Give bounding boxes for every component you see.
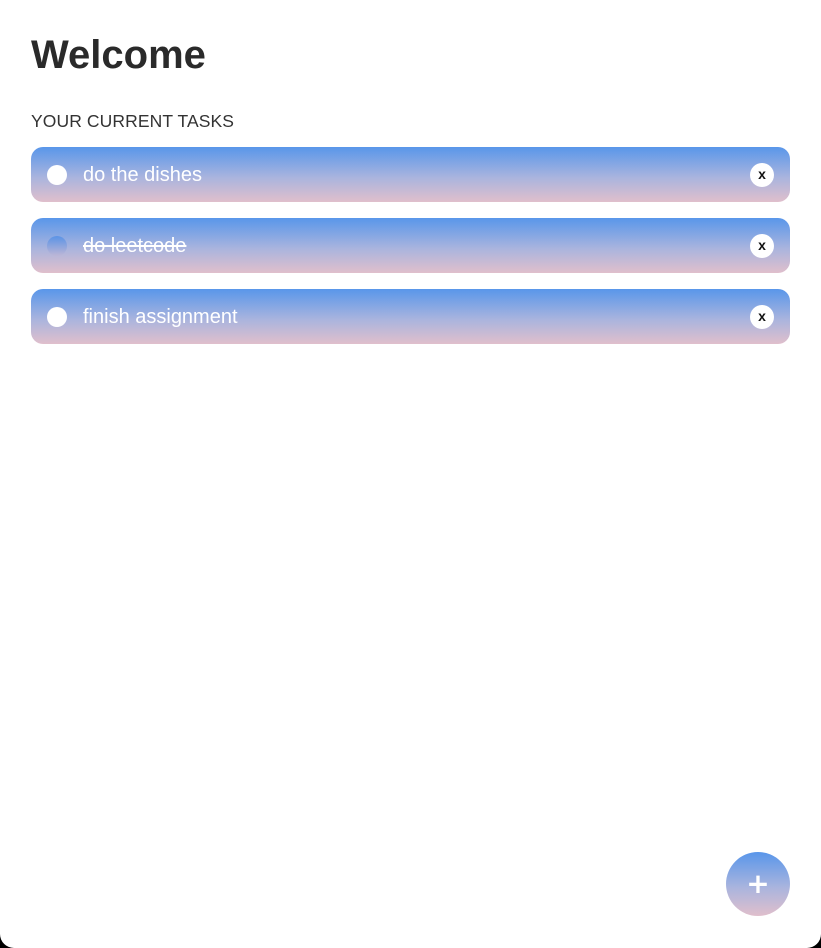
add-task-button[interactable]: + — [726, 852, 790, 916]
task-item[interactable]: do leetcode x — [31, 218, 790, 273]
task-text: finish assignment — [83, 306, 238, 328]
task-text: do leetcode — [83, 235, 187, 257]
page-title: Welcome — [31, 33, 206, 77]
task-complete-toggle[interactable] — [47, 165, 67, 185]
delete-task-button[interactable]: x — [750, 305, 774, 329]
task-complete-toggle[interactable] — [47, 236, 67, 256]
delete-task-button[interactable]: x — [750, 163, 774, 187]
delete-task-button[interactable]: x — [750, 234, 774, 258]
tasks-section-label: YOUR CURRENT TASKS — [31, 111, 235, 131]
task-text: do the dishes — [83, 164, 202, 186]
task-complete-toggle[interactable] — [47, 307, 67, 327]
plus-icon: + — [746, 867, 770, 900]
task-item[interactable]: do the dishes x — [31, 147, 790, 202]
app-window: Welcome YOUR CURRENT TASKS do the dishes… — [0, 0, 821, 948]
task-item[interactable]: finish assignment x — [31, 289, 790, 344]
task-list: do the dishes x do leetcode x finish ass… — [31, 147, 790, 360]
